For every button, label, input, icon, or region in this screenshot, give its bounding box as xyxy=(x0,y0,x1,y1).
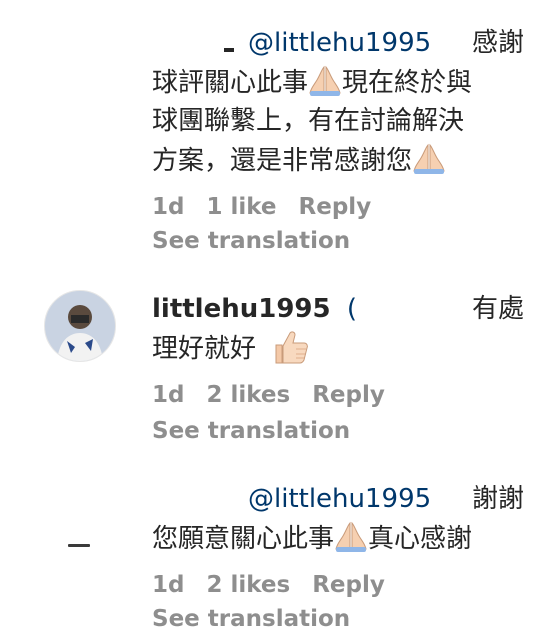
comment-text: 謝謝 xyxy=(471,484,524,514)
comment-text: 方案，還是非常感謝您 xyxy=(152,146,413,176)
folded-hands-emoji-icon xyxy=(335,521,367,552)
likes-count[interactable]: 2 likes xyxy=(206,572,290,598)
mention-link[interactable]: ( xyxy=(347,294,357,324)
folded-hands-emoji-icon xyxy=(413,143,445,174)
likes-count[interactable]: 1 like xyxy=(206,194,276,220)
comment-meta: 1d 2 likes Reply xyxy=(152,382,407,408)
timestamp: 1d xyxy=(152,572,185,598)
see-translation-link[interactable]: See translation xyxy=(152,228,350,254)
comment-text: 現在終於與 xyxy=(342,68,473,98)
thumbs-up-emoji-icon xyxy=(275,331,309,364)
comment-body: littlehu1995 ( 有處 理好就好 xyxy=(152,290,524,368)
folded-hands-emoji-icon xyxy=(309,65,341,96)
comment-text: 理好就好 xyxy=(152,334,257,364)
comment-text: 感謝 xyxy=(471,28,524,58)
comment-text: 球團聯繫上，有在討論解決 xyxy=(152,106,465,136)
comment-text: 您願意關心此事 xyxy=(152,524,335,554)
likes-count[interactable]: 2 likes xyxy=(206,382,290,408)
comment-text: 球評關心此事 xyxy=(152,68,309,98)
comment-meta: 1d 1 like Reply xyxy=(152,194,393,220)
mention-link[interactable]: @littlehu1995 xyxy=(248,24,431,63)
avatar-photo-icon xyxy=(45,291,115,361)
reply-button[interactable]: Reply xyxy=(312,572,385,598)
see-translation-link[interactable]: See translation xyxy=(152,606,350,632)
timestamp: 1d xyxy=(152,382,185,408)
reply-button[interactable]: Reply xyxy=(299,194,372,220)
reply-button[interactable]: Reply xyxy=(312,382,385,408)
comment-body: @littlehu1995 謝謝 您願意關心此事 真心感謝 xyxy=(152,480,524,558)
avatar[interactable] xyxy=(44,290,116,362)
comment-body: @littlehu1995 感謝 球評關心此事 現在終於與 球團聯繫上，有在討論解… xyxy=(152,24,524,180)
mention-link[interactable]: @littlehu1995 xyxy=(248,480,431,519)
comment-text: 真心感謝 xyxy=(368,524,473,554)
comment-meta: 1d 2 likes Reply xyxy=(152,572,407,598)
avatar-placeholder xyxy=(68,544,90,547)
see-translation-link[interactable]: See translation xyxy=(152,418,350,444)
timestamp: 1d xyxy=(152,194,185,220)
comment-text: 有處 xyxy=(471,294,524,324)
username-link[interactable]: littlehu1995 xyxy=(152,294,331,324)
